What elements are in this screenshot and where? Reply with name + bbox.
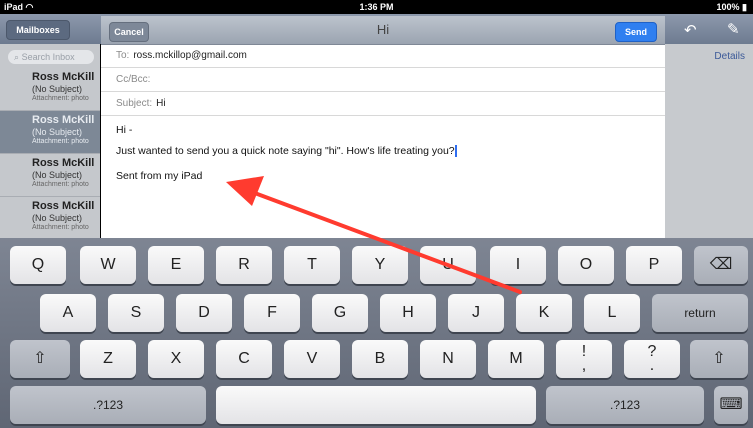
annotation-arrow xyxy=(226,176,522,294)
